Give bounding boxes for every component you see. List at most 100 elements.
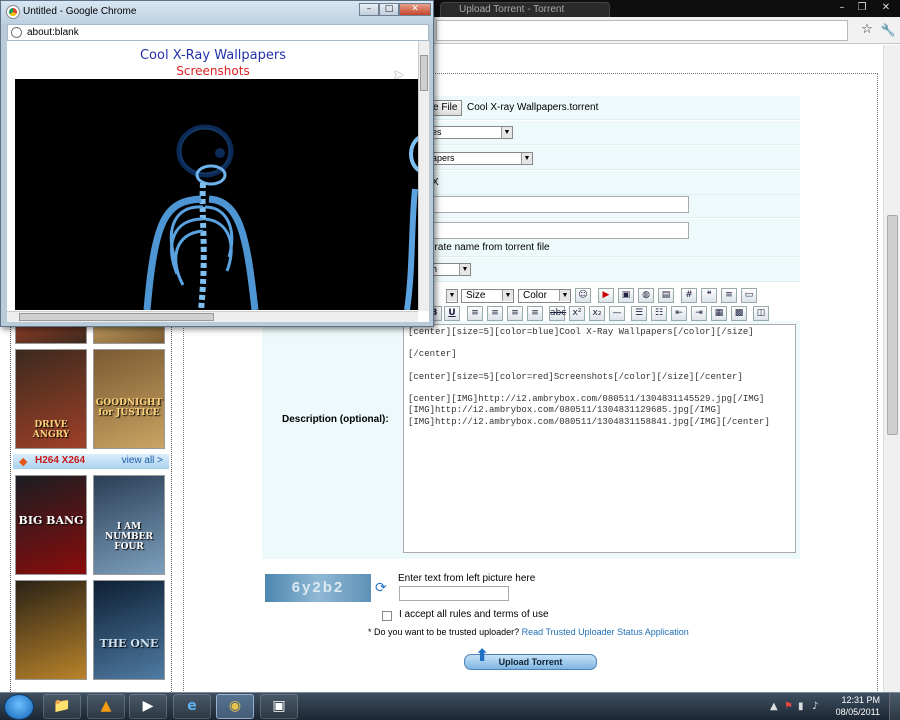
name-input[interactable] xyxy=(429,196,689,213)
subscript-icon[interactable]: x₂ xyxy=(589,306,605,321)
spoiler-icon[interactable]: ▭ xyxy=(741,288,757,303)
poster-i-am-number-four[interactable]: I AM NUMBER FOUR xyxy=(93,475,165,575)
trusted-uploader-question: * Do you want to be trusted uploader? Re… xyxy=(368,627,689,637)
horizontal-line-icon[interactable]: — xyxy=(609,306,625,321)
internet-explorer-taskbar-icon[interactable]: e xyxy=(173,694,211,719)
star-icon[interactable]: ☆ xyxy=(858,21,876,39)
captcha-input[interactable] xyxy=(399,586,509,601)
hr-icon[interactable]: ≡ xyxy=(721,288,737,303)
chevron-down-icon: ▼ xyxy=(502,290,513,301)
color-select[interactable]: Color ▼ xyxy=(518,289,571,303)
page-scrollbar[interactable] xyxy=(883,45,900,692)
poster-goodnight-justice[interactable]: GOODNIGHT for JUSTICE xyxy=(93,349,165,449)
close-icon[interactable]: ✕ xyxy=(876,1,896,14)
security-icon[interactable]: ⚑ xyxy=(784,701,793,712)
code-icon[interactable]: # xyxy=(681,288,697,303)
align-center-icon[interactable]: ≡ xyxy=(487,306,503,321)
popup-url: about:blank xyxy=(27,27,79,38)
scrollbar-thumb[interactable] xyxy=(887,215,898,435)
address-bar[interactable] xyxy=(436,20,848,41)
unordered-list-icon[interactable]: ☷ xyxy=(651,306,667,321)
popup-vertical-scrollbar[interactable] xyxy=(418,41,429,311)
photo-icon[interactable]: ▤ xyxy=(658,288,674,303)
refresh-captcha-icon[interactable]: ⟳ xyxy=(375,580,387,596)
preview-title: Cool X-Ray Wallpapers xyxy=(139,48,286,63)
xray-skeleton-image xyxy=(15,79,418,310)
chevron-up-icon[interactable]: ▲ xyxy=(770,701,778,712)
category-select[interactable]: es ▼ xyxy=(429,126,513,139)
minimize-icon[interactable]: – xyxy=(832,1,852,14)
popup-minimize-button[interactable]: – xyxy=(359,3,379,16)
subcategory-select-value: apers xyxy=(432,153,455,163)
captcha-image: 6y2b2 xyxy=(265,574,371,602)
box-icon[interactable]: ▩ xyxy=(731,306,747,321)
indent-icon[interactable]: ⇥ xyxy=(691,306,707,321)
popup-horizontal-scrollbar[interactable] xyxy=(7,311,418,322)
description-textarea[interactable]: [center][size=5][color=blue]Cool X-Ray W… xyxy=(403,324,796,553)
popup-titlebar[interactable]: Untitled - Google Chrome – □ ✕ xyxy=(1,1,433,24)
name2-input[interactable] xyxy=(429,222,689,239)
strike-icon[interactable]: abc xyxy=(549,306,566,321)
app-taskbar-icon[interactable]: ▣ xyxy=(260,694,298,719)
poster-title: THE ONE xyxy=(99,637,159,650)
start-button[interactable] xyxy=(4,694,34,720)
size-select[interactable]: Size ▼ xyxy=(461,289,514,303)
preview-subtitle: Screenshots xyxy=(176,64,250,78)
view-all-link[interactable]: view all > xyxy=(122,455,163,466)
accept-terms-checkbox[interactable] xyxy=(382,611,392,621)
table-icon[interactable]: ▦ xyxy=(711,306,727,321)
poster-big-bang[interactable]: BIG BANG xyxy=(15,475,87,575)
underline-icon[interactable]: U xyxy=(444,306,460,321)
scrollbar-thumb[interactable] xyxy=(420,55,428,91)
network-icon[interactable]: ▮ xyxy=(798,701,804,712)
taskbar: 📁 ▲ ▶ e ◉ ▣ ▲ ⚑ ▮ ♪ 12:31 PM 08/05/2011 xyxy=(0,692,900,720)
captcha-label: Enter text from left picture here xyxy=(398,573,536,584)
language-select[interactable]: h ▼ xyxy=(429,263,471,276)
system-tray: ▲ ⚑ ▮ ♪ 12:31 PM 08/05/2011 xyxy=(770,693,900,720)
font-select[interactable]: ▼ xyxy=(446,289,458,303)
file-name: Cool X-ray Wallpapers.torrent xyxy=(467,102,599,113)
clock-date[interactable]: 08/05/2011 xyxy=(836,707,880,717)
align-left-icon[interactable]: ≡ xyxy=(467,306,483,321)
quote-icon[interactable]: ❝ xyxy=(701,288,717,303)
vlc-taskbar-icon[interactable]: ▲ xyxy=(87,694,125,719)
superscript-icon[interactable]: x² xyxy=(569,306,585,321)
scrollbar-thumb[interactable] xyxy=(19,313,214,321)
poster-fourth-row-left[interactable] xyxy=(15,580,87,680)
outdent-icon[interactable]: ⇤ xyxy=(671,306,687,321)
explorer-taskbar-icon[interactable]: 📁 xyxy=(43,694,81,719)
media-player-taskbar-icon[interactable]: ▶ xyxy=(129,694,167,719)
youtube-icon[interactable]: ▶ xyxy=(598,288,614,303)
page-icon xyxy=(11,27,22,38)
popup-close-button[interactable]: ✕ xyxy=(399,3,431,16)
image-icon[interactable]: ▣ xyxy=(618,288,634,303)
preview-icon[interactable]: ◫ xyxy=(753,306,769,321)
volume-icon[interactable]: ♪ xyxy=(812,701,818,712)
tab-upload-torrent[interactable]: Upload Torrent - Torrent xyxy=(440,2,610,17)
trusted-uploader-link[interactable]: Read Trusted Uploader Status Application xyxy=(522,627,689,637)
poster-title: BIG BANG xyxy=(18,514,84,527)
category-title: H264 X264 xyxy=(35,455,86,466)
chevron-down-icon: ▼ xyxy=(459,264,470,275)
justify-icon[interactable]: ≡ xyxy=(527,306,543,321)
globe-icon[interactable]: ◍ xyxy=(638,288,654,303)
show-desktop-button[interactable] xyxy=(889,693,900,720)
poster-drive-angry[interactable]: DRIVE ANGRY xyxy=(15,349,87,449)
poster-title: GOODNIGHT for JUSTICE xyxy=(95,398,163,418)
chrome-taskbar-icon[interactable]: ◉ xyxy=(216,694,254,719)
upload-torrent-button[interactable]: ⬆ Upload Torrent xyxy=(464,648,597,670)
smiley-icon[interactable]: ☺ xyxy=(575,288,591,303)
accept-terms-label: I accept all rules and terms of use xyxy=(399,609,549,620)
poster-the-one[interactable]: THE ONE xyxy=(93,580,165,680)
popup-maximize-button[interactable]: □ xyxy=(379,3,399,16)
clock-time[interactable]: 12:31 PM xyxy=(841,695,880,705)
align-right-icon[interactable]: ≡ xyxy=(507,306,523,321)
restore-icon[interactable]: ❐ xyxy=(852,1,872,14)
popup-address-bar[interactable]: about:blank xyxy=(7,24,429,41)
color-label: Color xyxy=(523,290,547,301)
wrench-icon[interactable]: 🔧 xyxy=(879,21,897,39)
size-label: Size xyxy=(466,290,486,301)
subcategory-select[interactable]: apers ▼ xyxy=(429,152,533,165)
chevron-down-icon: ▼ xyxy=(559,290,570,301)
ordered-list-icon[interactable]: ☰ xyxy=(631,306,647,321)
